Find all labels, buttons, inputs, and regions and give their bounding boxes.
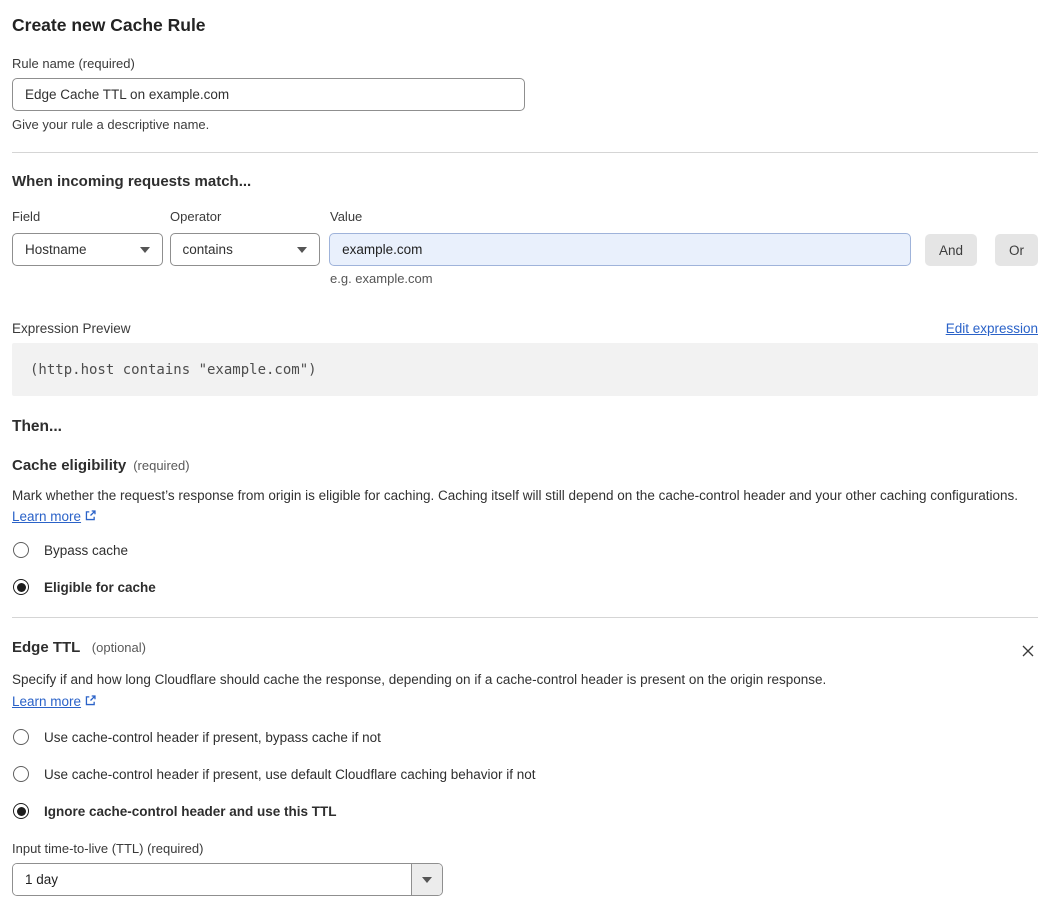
expression-preview-row: Expression Preview Edit expression [12, 321, 1038, 336]
match-heading: When incoming requests match... [12, 173, 252, 190]
chevron-down-icon [139, 246, 150, 253]
ttl-select-control [12, 863, 443, 896]
ttl-input-label: Input time-to-live (TTL) (required) [12, 841, 204, 856]
learn-more-label: Learn more [12, 509, 82, 524]
radio-use-cc-default-label: Use cache-control header if present, use… [44, 766, 536, 782]
operator-select-value: contains [182, 242, 233, 257]
radio-selected-icon[interactable] [13, 803, 29, 819]
radio-use-cc-default[interactable]: Use cache-control header if present, use… [12, 766, 1038, 782]
and-button[interactable]: And [924, 234, 977, 266]
chevron-down-icon [297, 246, 308, 253]
radio-circle-icon[interactable] [13, 766, 29, 782]
radio-bypass-cache[interactable]: Bypass cache [12, 542, 1038, 558]
section-divider [12, 617, 1038, 618]
rule-name-help: Give your rule a descriptive name. [12, 117, 210, 132]
edge-ttl-title-group: Edge TTL (optional) [12, 639, 146, 657]
radio-ignore-cc-use-ttl-label: Ignore cache-control header and use this… [44, 803, 337, 819]
edge-ttl-header: Edge TTL (optional) [12, 639, 1038, 661]
rule-name-label: Rule name (required) [12, 56, 135, 71]
learn-more-label: Learn more [12, 693, 82, 709]
radio-ignore-cc-use-ttl[interactable]: Ignore cache-control header and use this… [12, 803, 1038, 819]
radio-circle-icon[interactable] [13, 542, 29, 558]
field-select[interactable]: Hostname [12, 233, 163, 266]
external-link-icon [85, 694, 96, 705]
page-title: Create new Cache Rule [12, 15, 206, 35]
field-select-value: Hostname [25, 242, 87, 257]
rule-name-input[interactable] [12, 78, 525, 111]
value-input[interactable] [329, 233, 911, 266]
edge-ttl-description-text: Specify if and how long Cloudflare shoul… [12, 672, 827, 687]
cache-eligibility-description-text: Mark whether the request’s response from… [12, 488, 1019, 503]
match-column-labels: Field Operator Value [12, 209, 1038, 224]
expression-preview-label: Expression Preview [12, 321, 131, 336]
cache-eligibility-qualifier: (required) [133, 458, 190, 473]
radio-eligible-for-cache-label: Eligible for cache [44, 579, 156, 595]
edit-expression-link[interactable]: Edit expression [946, 321, 1038, 336]
cache-eligibility-header: Cache eligibility (required) [12, 457, 1038, 474]
edge-ttl-qualifier: (optional) [91, 640, 146, 655]
radio-use-cc-bypass[interactable]: Use cache-control header if present, byp… [12, 729, 1038, 745]
edge-ttl-title: Edge TTL [12, 639, 81, 656]
ttl-dropdown-button[interactable] [411, 864, 442, 895]
field-label: Field [12, 209, 41, 224]
create-cache-rule-form: Create new Cache Rule Rule name (require… [0, 0, 1058, 896]
chevron-down-icon [422, 876, 432, 883]
external-link-icon [85, 510, 96, 521]
match-condition-row: Hostname contains And Or [12, 233, 1038, 266]
close-icon [1022, 645, 1034, 657]
then-heading: Then... [12, 418, 62, 435]
cache-eligibility-learn-more-link[interactable]: Learn more [12, 509, 97, 524]
ttl-value-input[interactable] [13, 864, 411, 895]
close-edge-ttl-button[interactable] [1018, 641, 1038, 661]
edge-ttl-description: Specify if and how long Cloudflare shoul… [12, 669, 844, 712]
radio-eligible-for-cache[interactable]: Eligible for cache [12, 579, 1038, 595]
section-divider [12, 152, 1038, 153]
radio-use-cc-bypass-label: Use cache-control header if present, byp… [44, 729, 381, 745]
cache-eligibility-title: Cache eligibility [12, 457, 127, 474]
operator-select[interactable]: contains [169, 233, 321, 266]
value-hint: e.g. example.com [330, 271, 433, 286]
radio-selected-icon[interactable] [13, 579, 29, 595]
edge-ttl-learn-more-link[interactable]: Learn more [12, 694, 97, 709]
or-button[interactable]: Or [995, 234, 1038, 266]
cache-eligibility-description: Mark whether the request’s response from… [12, 485, 1038, 527]
expression-code-block: (http.host contains "example.com") [12, 343, 1038, 396]
expression-code: (http.host contains "example.com") [30, 361, 317, 378]
value-label: Value [330, 209, 363, 224]
radio-circle-icon[interactable] [13, 729, 29, 745]
operator-label: Operator [170, 209, 222, 224]
radio-bypass-cache-label: Bypass cache [44, 542, 129, 558]
